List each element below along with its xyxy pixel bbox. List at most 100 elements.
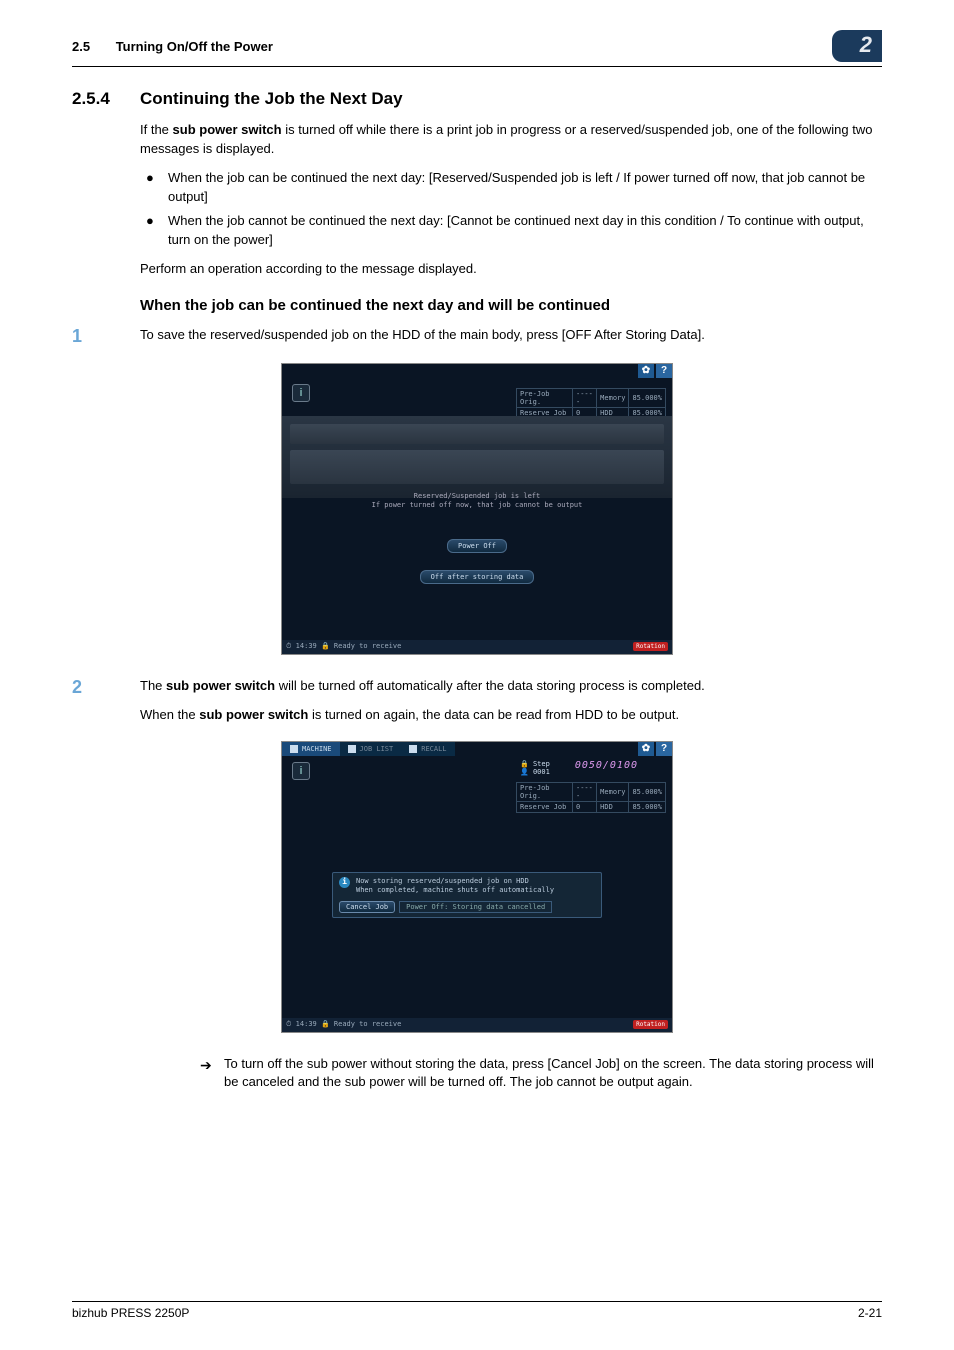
rotation-badge[interactable]: Rotation (633, 642, 668, 651)
tab-recall[interactable]: RECALL (401, 742, 454, 756)
help-icon[interactable]: ? (656, 364, 672, 378)
step2-text2-b: is turned on again, the data can be read… (308, 707, 679, 722)
s1-footer-left: ⏱ 14:39 🔒 Ready to receive (286, 642, 401, 651)
step-text: The sub power switch will be turned off … (140, 677, 882, 725)
screenshot-1: ✿ ? i Pre-Job Orig.-----Memory85.000% Re… (281, 363, 673, 655)
stat-cell: ----- (572, 388, 596, 407)
s2-stats: Pre-Job Orig.-----Memory85.000% Reserve … (516, 782, 666, 813)
info-icon[interactable]: i (292, 384, 310, 402)
tab-joblist[interactable]: JOB LIST (340, 742, 402, 756)
intro-bold: sub power switch (173, 122, 282, 137)
tab-label: MACHINE (302, 745, 332, 753)
screenshot-2-wrap: MACHINE JOB LIST RECALL ✿ ? i 🔒 Step 👤 0… (72, 741, 882, 1033)
section-number: 2.5.4 (72, 89, 140, 109)
stat-cell: Pre-Job Orig. (517, 388, 573, 407)
step-sub: 0001 (533, 768, 550, 776)
s1-msg-line: Reserved/Suspended job is left (282, 492, 672, 501)
chapter-badge: 2 (832, 30, 882, 62)
s2-msg-line: Now storing reserved/suspended job on HD… (356, 877, 554, 886)
footer-left: bizhub PRESS 2250P (72, 1306, 189, 1320)
s1-band3 (290, 450, 664, 484)
cancel-job-button[interactable]: Cancel Job (339, 901, 395, 913)
s2-footer: ⏱ 14:39 🔒 Ready to receive Rotation (282, 1018, 672, 1032)
bullet-dot-icon: ● (140, 212, 168, 250)
gear-icon[interactable]: ✿ (638, 364, 654, 378)
tab-label: RECALL (421, 745, 446, 753)
s2-counter: 0050/0100 (575, 760, 638, 771)
stat-cell: 0 (572, 801, 596, 812)
s2-footer-left: ⏱ 14:39 🔒 Ready to receive (286, 1020, 401, 1029)
machine-icon (290, 745, 298, 753)
step-number: 1 (72, 326, 140, 347)
stat-cell: 85.000% (629, 801, 666, 812)
s2-msg-row: i Now storing reserved/suspended job on … (339, 877, 595, 895)
header-left: 2.5 Turning On/Off the Power (72, 39, 273, 54)
header-section-number: 2.5 (72, 39, 90, 54)
s2-step-block: 🔒 Step 👤 0001 (520, 760, 580, 776)
bullet-dot-icon: ● (140, 169, 168, 207)
stat-cell: Memory (597, 388, 629, 407)
step-2: 2 The sub power switch will be turned of… (72, 677, 882, 725)
help-icon[interactable]: ? (656, 742, 672, 756)
arrow-note: ➔ To turn off the sub power without stor… (200, 1055, 882, 1093)
screenshot-2: MACHINE JOB LIST RECALL ✿ ? i 🔒 Step 👤 0… (281, 741, 673, 1033)
step-number: 2 (72, 677, 140, 725)
s2-message-box: i Now storing reserved/suspended job on … (332, 872, 602, 918)
tab-label: JOB LIST (360, 745, 394, 753)
step2-bold: sub power switch (166, 678, 275, 693)
stat-cell: 85.000% (629, 388, 666, 407)
stat-cell: HDD (597, 801, 629, 812)
stat-cell: Memory (597, 782, 629, 801)
header-section-title: Turning On/Off the Power (116, 39, 273, 54)
s1-stats: Pre-Job Orig.-----Memory85.000% Reserve … (516, 388, 666, 419)
step-label: Step (533, 760, 550, 768)
step-text: To save the reserved/suspended job on th… (140, 326, 882, 347)
stat-cell: ----- (572, 782, 596, 801)
stat-cell: Reserve Job (517, 801, 573, 812)
footer-right: 2-21 (858, 1306, 882, 1320)
arrow-text: To turn off the sub power without storin… (224, 1055, 882, 1093)
s2-tabs: MACHINE JOB LIST RECALL (282, 742, 455, 756)
stat-cell: Pre-Job Orig. (517, 782, 573, 801)
gear-icon[interactable]: ✿ (638, 742, 654, 756)
bullet-item: ● When the job cannot be continued the n… (140, 212, 882, 250)
intro-paragraph: If the sub power switch is turned off wh… (140, 121, 882, 159)
info-icon[interactable]: i (292, 762, 310, 780)
s1-footer: ⏱ 14:39 🔒 Ready to receive Rotation (282, 640, 672, 654)
s1-msg-line: If power turned off now, that job cannot… (282, 501, 672, 510)
off-after-storing-button[interactable]: Off after storing data (420, 570, 535, 584)
page-header: 2.5 Turning On/Off the Power 2 (72, 30, 882, 67)
step2-text-a: The (140, 678, 166, 693)
power-off-button[interactable]: Power Off (447, 539, 507, 553)
s2-btn-row: Cancel Job Power Off: Storing data cance… (339, 901, 595, 913)
stat-cell: 85.000% (629, 782, 666, 801)
info-circle-icon: i (339, 877, 350, 888)
recall-icon (409, 745, 417, 753)
step2-text-b: will be turned off automatically after t… (275, 678, 705, 693)
power-off-storing-cancelled-label: Power Off: Storing data cancelled (399, 901, 552, 913)
screenshot-1-wrap: ✿ ? i Pre-Job Orig.-----Memory85.000% Re… (72, 363, 882, 655)
step2-text2-a: When the (140, 707, 199, 722)
tab-machine[interactable]: MACHINE (282, 742, 340, 756)
s1-message: Reserved/Suspended job is left If power … (282, 492, 672, 510)
intro-pre: If the (140, 122, 173, 137)
step-1: 1 To save the reserved/suspended job on … (72, 326, 882, 347)
perform-paragraph: Perform an operation according to the me… (140, 260, 882, 279)
list-icon (348, 745, 356, 753)
s2-topbar: ✿ ? (636, 742, 672, 756)
page-footer: bizhub PRESS 2250P 2-21 (72, 1301, 882, 1320)
section-heading: 2.5.4 Continuing the Job the Next Day (72, 89, 882, 109)
bullet-text: When the job cannot be continued the nex… (168, 212, 882, 250)
rotation-badge[interactable]: Rotation (633, 1020, 668, 1029)
arrow-icon: ➔ (200, 1055, 224, 1093)
s1-topbar: ✿ ? (636, 364, 672, 378)
bullet-text: When the job can be continued the next d… (168, 169, 882, 207)
s2-msg-line: When completed, machine shuts off automa… (356, 886, 554, 895)
bullet-list: ● When the job can be continued the next… (140, 169, 882, 250)
subheading-1: When the job can be continued the next d… (140, 297, 882, 314)
section-title: Continuing the Job the Next Day (140, 89, 403, 109)
s1-band2 (290, 424, 664, 444)
s1-buttons: Power Off Off after storing data (282, 536, 672, 590)
step2-bold2: sub power switch (199, 707, 308, 722)
bullet-item: ● When the job can be continued the next… (140, 169, 882, 207)
